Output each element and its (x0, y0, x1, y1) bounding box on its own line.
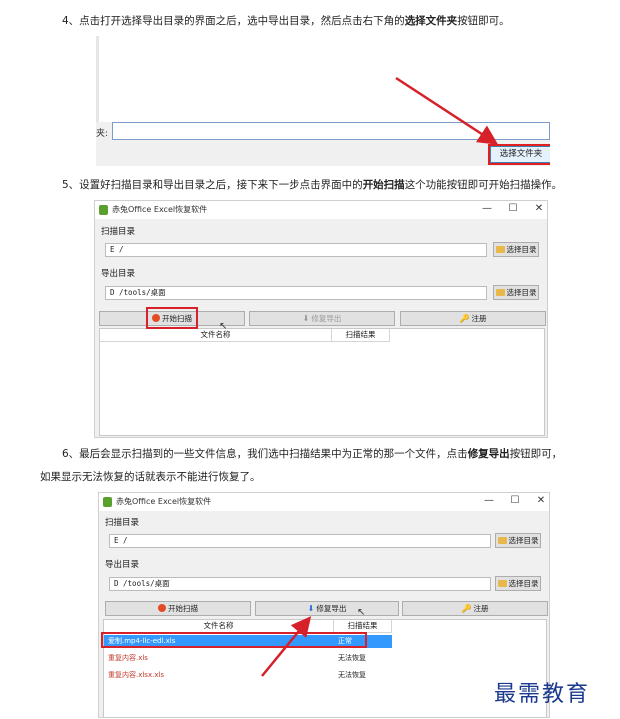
arrow-down-icon: ⬇ (307, 604, 315, 613)
folder-icon (495, 289, 505, 296)
window-title: 赤兔Office Excel恢复软件 (112, 205, 208, 214)
watermark-text: 最需教育 (494, 682, 591, 707)
folder-field-label: 夹: (96, 129, 109, 139)
results-header: 文件名称 扫描结果 (100, 329, 390, 342)
start-scan-label: 开始扫描 (168, 604, 198, 613)
repair-export-label: 修复导出 (311, 314, 342, 323)
title-bar: 赤兔Office Excel恢复软件 — ☐ ✕ (95, 201, 547, 219)
play-circle-icon (158, 604, 166, 612)
start-scan-button[interactable]: 开始扫描 (105, 601, 251, 616)
close-button[interactable]: ✕ (533, 203, 545, 214)
choose-dir-label: 选择目录 (506, 245, 537, 254)
mouse-cursor-icon: ↖ (219, 321, 228, 332)
export-dir-label: 导出目录 (105, 560, 140, 570)
mouse-cursor-icon: ↖ (357, 607, 366, 618)
repair-export-button[interactable]: ⬇ 修复导出 (249, 311, 395, 326)
result-row[interactable]: 重复内容.xlsx.xls 无法恢复 (104, 669, 392, 682)
folder-picker-screenshot: 夹: 选择文件夹 (96, 36, 550, 166)
choose-dir-label: 选择目录 (508, 579, 539, 588)
folder-icon (497, 580, 507, 587)
minimize-button[interactable]: — (483, 495, 495, 506)
folder-icon (497, 537, 507, 544)
choose-export-dir-button[interactable]: 选择目录 (493, 285, 539, 300)
step-4-bold: 选择文件夹 (404, 15, 458, 27)
step-4-text: 4、点击打开选择导出目录的界面之后，选中导出目录，然后点击右下角的选择文件夹按钮… (62, 14, 620, 28)
register-label: 注册 (471, 314, 487, 323)
step-6-prefix: 6、最后会显示扫描到的一些文件信息，我们选中扫描结果中为正常的那一个文件，点击 (62, 448, 468, 460)
arrow-down-icon: ⬇ (302, 314, 310, 323)
step-6-bold: 修复导出 (467, 448, 510, 460)
highlight-box (146, 307, 198, 329)
step-4-prefix: 4、点击打开选择导出目录的界面之后，选中导出目录，然后点击右下角的 (62, 15, 405, 27)
result-status: 无法恢复 (338, 671, 366, 679)
choose-dir-label: 选择目录 (508, 536, 539, 545)
title-bar: 赤兔Office Excel恢复软件 — ☐ ✕ (99, 493, 549, 511)
app-icon (99, 205, 108, 215)
key-icon: 🔑 (461, 604, 472, 613)
register-button[interactable]: 🔑 注册 (400, 311, 546, 326)
step-5-bold: 开始扫描 (362, 179, 405, 191)
key-icon: 🔑 (459, 314, 470, 323)
register-label: 注册 (473, 604, 489, 613)
col-result[interactable]: 扫描结果 (332, 329, 390, 342)
window-title: 赤兔Office Excel恢复软件 (116, 497, 212, 506)
highlight-box (488, 144, 550, 165)
step-5-prefix: 5、设置好扫描目录和导出目录之后，接下来下一步点击界面中的 (62, 179, 363, 191)
maximize-button[interactable]: ☐ (507, 203, 519, 214)
scan-dir-label: 扫描目录 (105, 518, 140, 528)
repair-export-button[interactable]: ⬇ 修复导出 (255, 601, 399, 616)
choose-dir-label: 选择目录 (506, 288, 537, 297)
scan-dir-input[interactable]: E / (109, 534, 491, 548)
result-filename: 重复内容.xls (108, 654, 148, 662)
step-4-suffix: 按钮即可。 (457, 15, 510, 27)
step-6-suffix: 按钮即可， (509, 448, 563, 460)
folder-icon (495, 246, 505, 253)
scan-dir-input[interactable]: E / (105, 243, 487, 257)
highlight-box (101, 632, 367, 648)
minimize-button[interactable]: — (481, 203, 493, 214)
app-window-scan: 赤兔Office Excel恢复软件 — ☐ ✕ 扫描目录 E / 选择目录 导… (94, 200, 548, 438)
col-filename[interactable]: 文件名称 (100, 329, 332, 342)
result-filename: 重复内容.xlsx.xls (108, 671, 165, 679)
step-5-suffix: 这个功能按钮即可开始扫描操作。 (404, 179, 563, 191)
folder-field[interactable] (112, 122, 550, 140)
choose-scan-dir-button[interactable]: 选择目录 (493, 242, 539, 257)
step-5-text: 5、设置好扫描目录和导出目录之后，接下来下一步点击界面中的开始扫描这个功能按钮即… (62, 178, 620, 192)
export-dir-input[interactable]: D /tools/桌面 (109, 577, 491, 591)
close-button[interactable]: ✕ (535, 495, 547, 506)
register-button[interactable]: 🔑 注册 (402, 601, 548, 616)
scan-dir-label: 扫描目录 (101, 227, 136, 237)
step-6-line1: 6、最后会显示扫描到的一些文件信息，我们选中扫描结果中为正常的那一个文件，点击修… (62, 447, 620, 461)
folder-list-pane (96, 36, 550, 122)
results-list[interactable]: 文件名称 扫描结果 (99, 328, 545, 436)
app-icon (103, 497, 112, 507)
choose-scan-dir-button[interactable]: 选择目录 (495, 533, 541, 548)
step-6-line2: 如果显示无法恢复的话就表示不能进行恢复了。 (40, 471, 261, 483)
export-dir-label: 导出目录 (101, 269, 136, 279)
repair-export-label: 修复导出 (316, 604, 347, 613)
app-window-results: 赤兔Office Excel恢复软件 — ☐ ✕ 扫描目录 E / 选择目录 导… (98, 492, 550, 718)
result-row[interactable]: 重复内容.xls 无法恢复 (104, 652, 392, 665)
maximize-button[interactable]: ☐ (509, 495, 521, 506)
choose-export-dir-button[interactable]: 选择目录 (495, 576, 541, 591)
result-status: 无法恢复 (338, 654, 366, 662)
export-dir-input[interactable]: D /tools/桌面 (105, 286, 487, 300)
